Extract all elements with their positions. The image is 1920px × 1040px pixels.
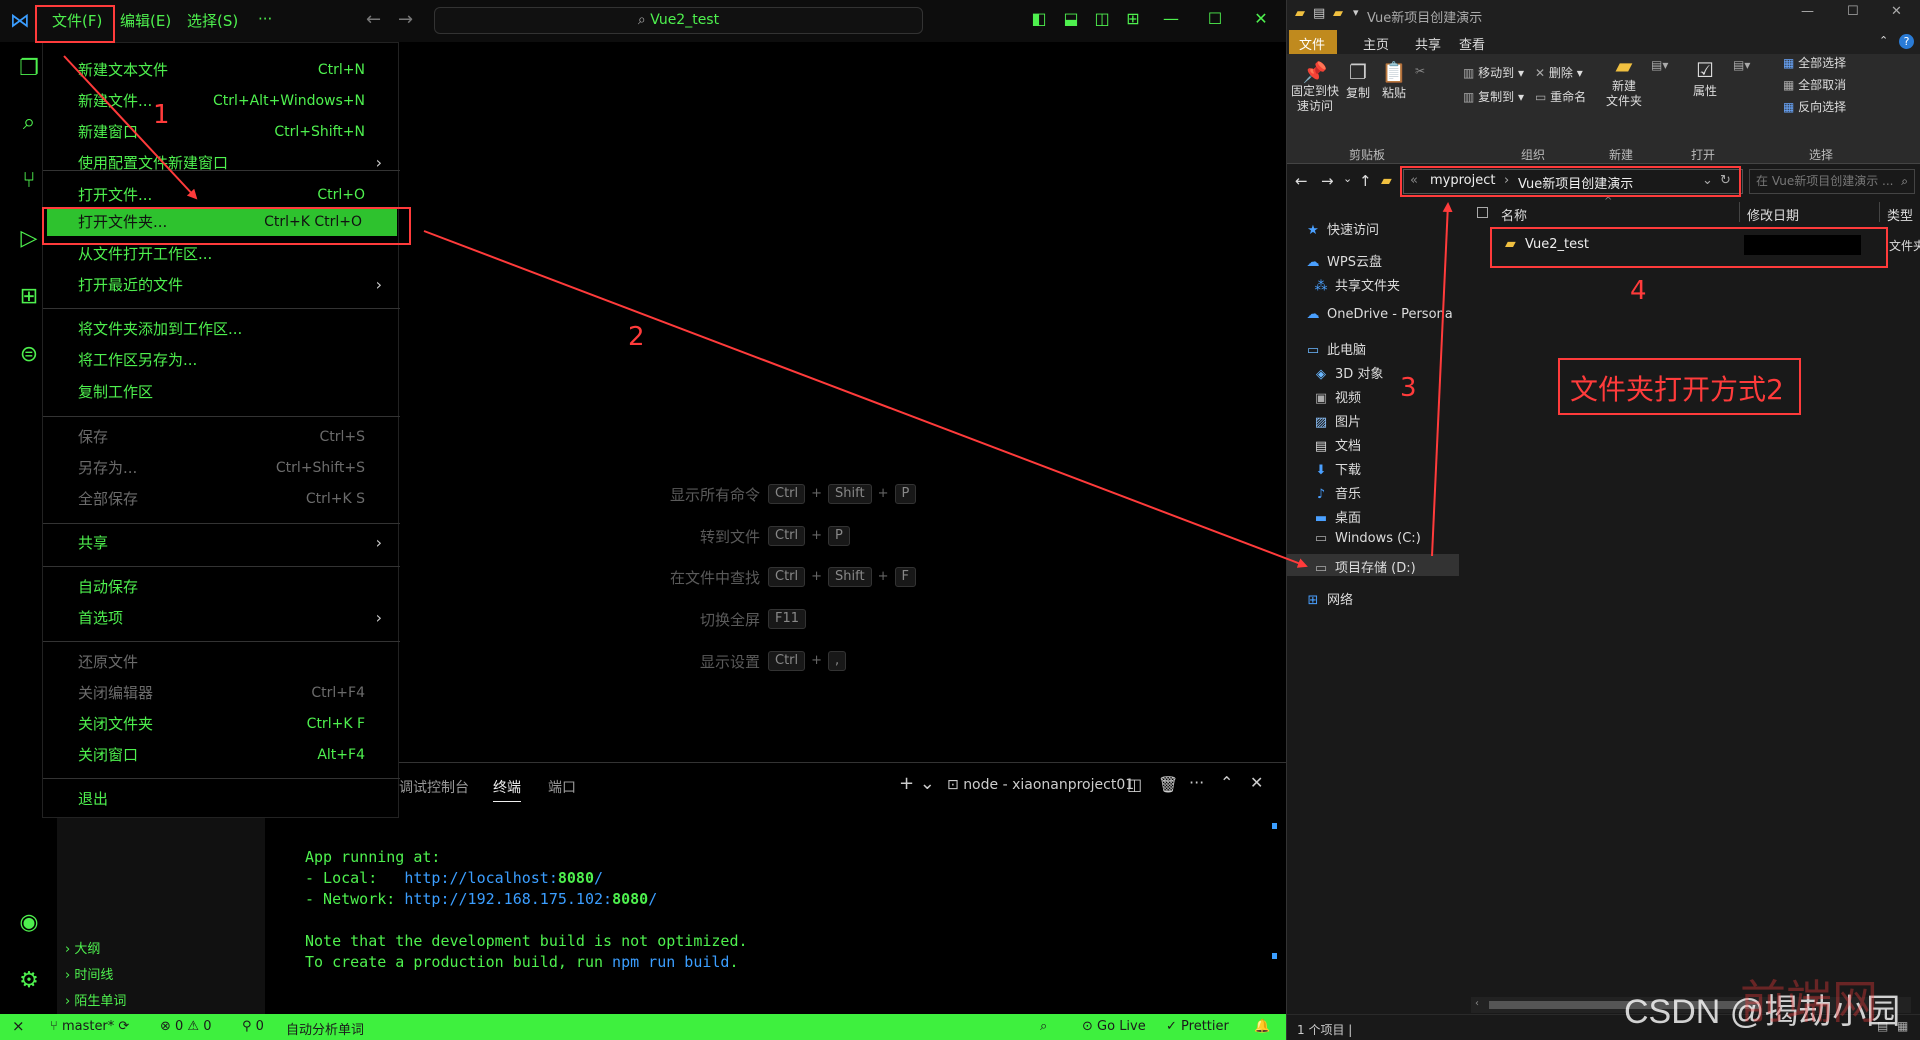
arrow-2 bbox=[423, 230, 1308, 568]
annotation-arrows bbox=[63, 55, 1453, 568]
arrow-1 bbox=[63, 55, 198, 200]
arrow-3 bbox=[1431, 202, 1453, 557]
watermark-overlay: 前端网 bbox=[1740, 975, 1878, 1029]
